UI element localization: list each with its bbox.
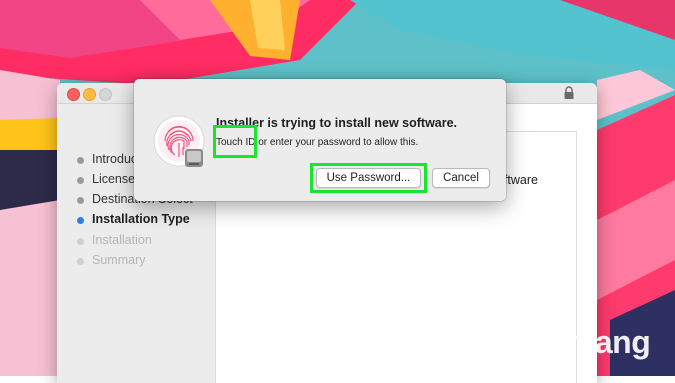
step-bullet bbox=[77, 177, 84, 184]
watermark-text: uantrimang bbox=[481, 324, 651, 360]
zoom-window-button bbox=[99, 88, 112, 101]
step-bullet bbox=[77, 258, 84, 265]
dialog-message-rest: or enter your password to allow this. bbox=[255, 137, 419, 148]
cancel-button[interactable]: Cancel bbox=[432, 168, 490, 188]
watermark: uantrimang bbox=[431, 318, 667, 364]
step-label: Installation bbox=[92, 233, 152, 247]
lock-icon[interactable] bbox=[563, 86, 575, 100]
watermark-logo bbox=[434, 320, 477, 364]
close-window-button[interactable] bbox=[67, 88, 80, 101]
use-password-button[interactable]: Use Password... bbox=[316, 168, 421, 188]
step-label: License bbox=[92, 172, 136, 186]
step-bullet bbox=[77, 197, 84, 204]
auth-dialog: Installer is trying to install new softw… bbox=[134, 79, 506, 201]
minimize-window-button[interactable] bbox=[83, 88, 96, 101]
step-bullet bbox=[77, 157, 84, 164]
fingerprint-icon bbox=[153, 115, 205, 167]
touch-id-highlight-box bbox=[213, 125, 257, 158]
step-bullet-active bbox=[77, 217, 84, 224]
step-bullet bbox=[77, 238, 84, 245]
step-label: Summary bbox=[92, 253, 146, 267]
step-label: Installation Type bbox=[92, 212, 190, 226]
